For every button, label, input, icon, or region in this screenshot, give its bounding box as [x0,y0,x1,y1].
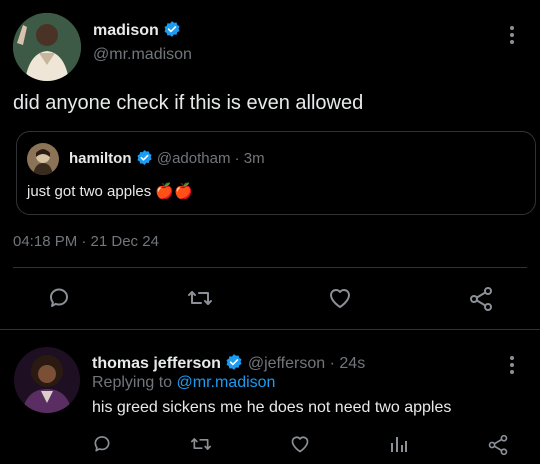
heart-icon[interactable] [289,434,311,454]
replying-to-link[interactable]: @mr.madison [177,374,276,391]
divider [0,329,540,330]
verified-badge-icon [163,20,181,38]
retweet-icon[interactable] [190,434,212,454]
reply-handle[interactable]: @jefferson [248,355,325,372]
main-author-row: madison [93,20,181,40]
quoted-tweet-card[interactable]: hamilton @adotham · 3m just got two appl… [16,131,536,215]
divider [13,267,527,268]
quoted-tweet-text: just got two apples [27,183,152,200]
replying-to-row: Replying to @mr.madison [92,374,275,392]
quoted-handle[interactable]: @adotham [157,150,231,167]
reply-display-name[interactable]: thomas jefferson [92,355,221,372]
share-icon[interactable] [468,286,494,312]
replying-to-label: Replying to [92,374,173,391]
reply-time: 24s [339,355,366,372]
retweet-icon[interactable] [187,286,213,310]
more-options-icon[interactable] [510,23,514,47]
quoted-author-row: hamilton @adotham · 3m [69,149,265,167]
heart-icon[interactable] [327,286,353,310]
share-icon[interactable] [487,434,509,456]
reply-icon[interactable] [92,434,112,454]
apple-emoji: 🍎🍎 [155,183,193,200]
reply-separator: · [329,355,335,372]
quoted-time: 3m [243,150,265,167]
analytics-icon[interactable] [388,434,408,454]
reply-author-row: thomas jefferson @jefferson · 24s [92,353,365,373]
madison-avatar[interactable] [13,13,81,81]
quoted-separator: · [234,150,240,167]
reply-tweet-text: his greed sickens me he does not need tw… [92,399,452,416]
quoted-tweet-body: just got two apples 🍎🍎 [27,182,193,200]
reply-icon[interactable] [47,286,71,310]
jefferson-avatar[interactable] [14,347,80,413]
main-timestamp[interactable]: 04:18 PM · 21 Dec 24 [13,233,159,250]
main-tweet-text: did anyone check if this is even allowed [13,92,364,114]
verified-badge-icon [225,353,243,371]
verified-badge-icon [136,149,153,166]
hamilton-avatar [27,143,59,175]
main-display-name[interactable]: madison [93,22,159,39]
more-options-icon[interactable] [510,353,514,377]
main-handle[interactable]: @mr.madison [93,46,192,64]
quoted-display-name[interactable]: hamilton [69,150,132,167]
